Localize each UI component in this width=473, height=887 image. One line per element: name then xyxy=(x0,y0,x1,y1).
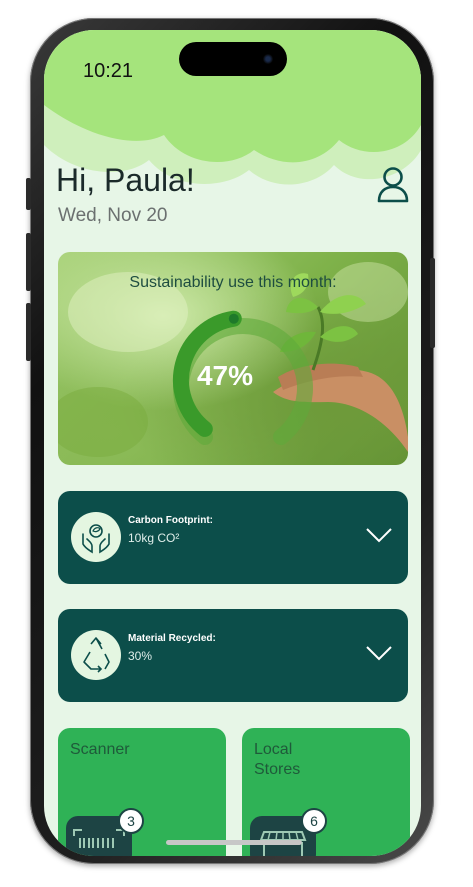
chevron-down-icon[interactable] xyxy=(366,645,392,661)
date-label: Wed, Nov 20 xyxy=(58,205,168,226)
carbon-footprint-label: Carbon Footprint: xyxy=(128,515,213,526)
side-button-mute xyxy=(26,178,31,210)
material-recycled-label: Material Recycled: xyxy=(128,633,216,644)
chevron-down-icon[interactable] xyxy=(366,527,392,543)
local-stores-tile[interactable]: Local Stores 6 xyxy=(242,728,410,856)
greeting-title: Hi, Paula! xyxy=(56,162,195,198)
scanner-label: Scanner xyxy=(70,741,130,758)
scanner-badge: 3 xyxy=(118,808,144,834)
camera-icon xyxy=(263,54,273,64)
carbon-footprint-value: 10kg CO² xyxy=(128,531,180,545)
sustainability-title: Sustainability use this month: xyxy=(129,274,337,291)
hands-leaf-icon xyxy=(71,512,121,562)
local-stores-badge: 6 xyxy=(301,808,327,834)
recycle-icon xyxy=(71,630,121,680)
side-button-volume-down xyxy=(26,303,31,361)
carbon-footprint-card[interactable]: Carbon Footprint: 10kg CO² xyxy=(58,491,408,584)
progress-knob xyxy=(228,313,239,324)
sustainability-card: Sustainability use this month: 47% xyxy=(58,252,408,465)
dynamic-island xyxy=(179,42,287,76)
material-recycled-value: 30% xyxy=(128,649,153,663)
home-indicator[interactable] xyxy=(166,840,302,845)
local-stores-label: Local Stores xyxy=(254,741,301,778)
sustainability-percent: 47% xyxy=(196,360,254,391)
user-icon xyxy=(377,167,409,203)
profile-button[interactable] xyxy=(376,166,410,204)
app-screen: 10:21 Hi, Paula! Wed, Nov 20 Sustainabil… xyxy=(44,30,421,856)
side-button-power xyxy=(430,258,435,348)
scanner-tile[interactable]: Scanner 3 xyxy=(58,728,226,856)
material-recycled-card[interactable]: Material Recycled: 30% xyxy=(58,609,408,702)
side-button-volume-up xyxy=(26,233,31,291)
status-time: 10:21 xyxy=(83,60,134,82)
